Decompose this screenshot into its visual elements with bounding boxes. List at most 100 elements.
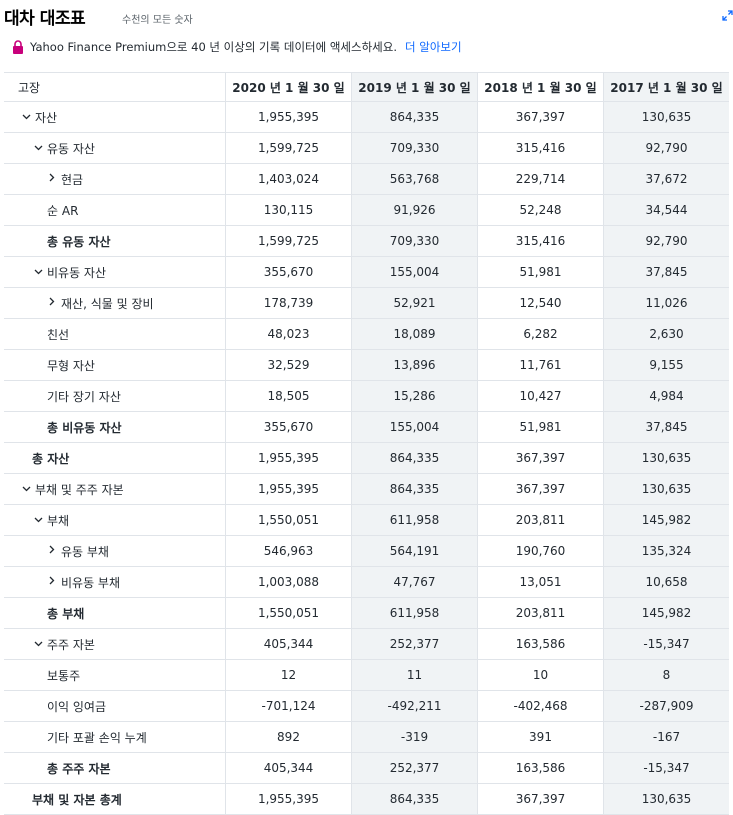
value-cell: 252,377 [352,753,478,783]
row-label-cell: 부채 [4,505,226,535]
table-row: 무형 자산 32,529 13,896 11,761 9,155 [4,350,729,381]
value-cell: -319 [352,722,478,752]
row-label: 총 자산 [32,451,70,466]
row-label-cell: 유동 부채 [4,536,226,566]
chevron-down-icon[interactable] [20,112,32,123]
value-cell: 10,658 [604,567,729,597]
value-cell: 864,335 [352,102,478,132]
value-cell: 12,540 [478,288,604,318]
value-cell: 1,550,051 [226,598,352,628]
table-row: 기타 포괄 손익 누계 892 -319 391 -167 [4,722,729,753]
value-cell: 405,344 [226,753,352,783]
value-cell: 315,416 [478,226,604,256]
table-row[interactable]: 유동 자산 1,599,725 709,330 315,416 92,790 [4,133,729,164]
row-label: 유동 자산 [47,141,95,156]
chevron-down-icon[interactable] [32,143,44,154]
table-row: 총 유동 자산 1,599,725 709,330 315,416 92,790 [4,226,729,257]
row-label-cell: 총 자산 [4,443,226,473]
value-cell: 155,004 [352,412,478,442]
table-row[interactable]: 비유동 자산 355,670 155,004 51,981 37,845 [4,257,729,288]
value-cell: 6,282 [478,319,604,349]
value-cell: 229,714 [478,164,604,194]
value-cell: 1,003,088 [226,567,352,597]
table-row: 이익 잉여금 -701,124 -492,211 -402,468 -287,909 [4,691,729,722]
value-cell: 564,191 [352,536,478,566]
row-label: 보통주 [47,668,81,683]
table-row: 총 비유동 자산 355,670 155,004 51,981 37,845 [4,412,729,443]
table-row: 부채 및 자본 총계 1,955,395 864,335 367,397 130,635 [4,784,729,815]
row-label: 현금 [61,172,84,187]
table-row: 총 주주 자본 405,344 252,377 163,586 -15,347 [4,753,729,784]
value-cell: 15,286 [352,381,478,411]
row-label-cell: 무형 자산 [4,350,226,380]
row-label-cell: 총 유동 자산 [4,226,226,256]
row-label: 총 비유동 자산 [47,420,122,435]
chevron-down-icon[interactable] [32,267,44,278]
value-cell: 163,586 [478,753,604,783]
value-cell: 10 [478,660,604,690]
row-label-cell: 순 AR [4,195,226,225]
value-cell: 145,982 [604,505,729,535]
chevron-right-icon[interactable] [46,545,58,557]
table-row[interactable]: 유동 부채 546,963 564,191 190,760 135,324 [4,536,729,567]
chevron-right-icon[interactable] [46,297,58,309]
row-label-cell: 친선 [4,319,226,349]
row-label-cell: 주주 자본 [4,629,226,659]
value-cell: 178,739 [226,288,352,318]
value-cell: 864,335 [352,443,478,473]
column-header-2019: 2019 년 1 월 30 일 [352,73,478,101]
value-cell: 611,958 [352,505,478,535]
lock-icon [12,40,24,54]
row-label-cell: 총 비유동 자산 [4,412,226,442]
value-cell: 611,958 [352,598,478,628]
value-cell: 92,790 [604,133,729,163]
value-cell: 34,544 [604,195,729,225]
table-row[interactable]: 재산, 식물 및 장비 178,739 52,921 12,540 11,026 [4,288,729,319]
table-row[interactable]: 비유동 부채 1,003,088 47,767 13,051 10,658 [4,567,729,598]
value-cell: 18,505 [226,381,352,411]
row-label: 주주 자본 [47,637,95,652]
value-cell: -15,347 [604,753,729,783]
table-row[interactable]: 주주 자본 405,344 252,377 163,586 -15,347 [4,629,729,660]
table-row[interactable]: 자산 1,955,395 864,335 367,397 130,635 [4,102,729,133]
value-cell: 1,599,725 [226,226,352,256]
value-cell: 355,670 [226,257,352,287]
row-label-cell: 총 주주 자본 [4,753,226,783]
value-cell: 8 [604,660,729,690]
table-row: 순 AR 130,115 91,926 52,248 34,544 [4,195,729,226]
chevron-down-icon[interactable] [32,639,44,650]
balance-sheet-table: 고장 2020 년 1 월 30 일 2019 년 1 월 30 일 2018 … [4,72,729,815]
value-cell: 37,672 [604,164,729,194]
row-label-cell: 기타 장기 자산 [4,381,226,411]
chevron-right-icon[interactable] [46,173,58,185]
value-cell: 367,397 [478,443,604,473]
table-row[interactable]: 부채 1,550,051 611,958 203,811 145,982 [4,505,729,536]
value-cell: 1,403,024 [226,164,352,194]
table-row[interactable]: 부채 및 주주 자본 1,955,395 864,335 367,397 130,635 [4,474,729,505]
expand-icon[interactable] [721,10,733,22]
table-row: 총 자산 1,955,395 864,335 367,397 130,635 [4,443,729,474]
value-cell: 9,155 [604,350,729,380]
value-cell: 130,635 [604,102,729,132]
value-cell: 37,845 [604,412,729,442]
table-row[interactable]: 현금 1,403,024 563,768 229,714 37,672 [4,164,729,195]
chevron-down-icon[interactable] [20,484,32,495]
value-cell: 130,635 [604,784,729,814]
value-cell: -287,909 [604,691,729,721]
value-cell: 47,767 [352,567,478,597]
value-cell: 11 [352,660,478,690]
value-cell: 405,344 [226,629,352,659]
value-cell: 4,984 [604,381,729,411]
row-label-cell: 비유동 자산 [4,257,226,287]
value-cell: 864,335 [352,474,478,504]
value-cell: 48,023 [226,319,352,349]
learn-more-link[interactable]: 더 알아보기 [405,39,462,55]
value-cell: -701,124 [226,691,352,721]
value-cell: 203,811 [478,598,604,628]
value-cell: 11,761 [478,350,604,380]
chevron-down-icon[interactable] [32,515,44,526]
row-label-cell: 부채 및 주주 자본 [4,474,226,504]
page-title: 대차 대조표 [4,9,86,29]
chevron-right-icon[interactable] [46,576,58,588]
value-cell: 1,955,395 [226,474,352,504]
